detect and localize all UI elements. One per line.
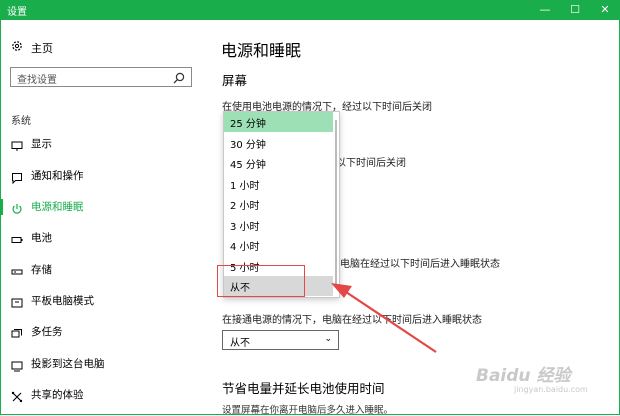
tablet-icon xyxy=(11,294,23,308)
save-power-heading: 节省电量并延长电池使用时间 xyxy=(222,381,385,396)
project-icon xyxy=(11,357,23,372)
sidebar-item-storage[interactable]: 存储 xyxy=(0,256,205,284)
sidebar-item-display[interactable]: 显示 xyxy=(0,130,205,158)
sidebar-item-label: 电池 xyxy=(31,232,52,244)
close-button[interactable]: ✕ xyxy=(590,1,620,19)
gear-icon xyxy=(11,40,25,55)
dropdown-option[interactable]: 4 小时 xyxy=(224,235,333,255)
search-input[interactable]: 查找设置 xyxy=(10,67,192,87)
sleep-plugged-desc: 在接通电源的情况下，电脑在经过以下时间后进入睡眠状态 xyxy=(222,315,482,326)
sidebar-item-label: 显示 xyxy=(31,138,52,150)
sidebar-item-shared-experiences[interactable]: 共享的体验 xyxy=(0,381,205,409)
select-value: 从不 xyxy=(230,338,250,349)
search-placeholder: 查找设置 xyxy=(17,75,57,86)
share-icon xyxy=(11,388,23,403)
battery-icon xyxy=(11,231,23,243)
sidebar-item-label: 平板电脑模式 xyxy=(31,295,94,307)
power-icon xyxy=(11,200,23,214)
sidebar-item-project[interactable]: 投影到这台电脑 xyxy=(0,350,205,378)
sidebar-item-label: 电源和睡眠 xyxy=(31,201,84,213)
title-bar: 设置 — ☐ ✕ xyxy=(0,0,620,20)
annotation-highlight-box xyxy=(217,265,305,297)
sleep-battery-desc: 电脑在经过以下时间后进入睡眠状态 xyxy=(340,259,500,270)
watermark-brand: Baidu 经验 xyxy=(476,366,571,386)
dropdown-option[interactable]: 3 小时 xyxy=(224,215,333,235)
sidebar-item-multitasking[interactable]: 多任务 xyxy=(0,318,205,346)
window-title: 设置 xyxy=(7,7,27,18)
maximize-button[interactable]: ☐ xyxy=(560,1,590,19)
sidebar-item-label: 通知和操作 xyxy=(31,170,84,182)
dropdown-option[interactable]: 25 分钟 xyxy=(224,112,333,132)
sidebar: 主页 查找设置 系统 显示 通知和操作 电源和睡眠 电池 存储 平板电脑模式 多… xyxy=(0,20,205,415)
storage-icon xyxy=(11,263,23,275)
dropdown-scrollbar[interactable] xyxy=(335,120,337,284)
notification-icon xyxy=(11,169,23,185)
dropdown-option[interactable]: 1 小时 xyxy=(224,174,333,194)
home-link[interactable]: 主页 xyxy=(11,40,53,56)
minimize-button[interactable]: — xyxy=(530,1,560,19)
sidebar-item-label: 多任务 xyxy=(31,326,63,338)
sidebar-item-label: 存储 xyxy=(31,264,52,276)
dropdown-option[interactable]: 2 小时 xyxy=(224,194,333,214)
dropdown-option[interactable]: 30 分钟 xyxy=(224,133,333,153)
section-label-system: 系统 xyxy=(11,116,31,127)
screen-plugged-desc: 以下时间后关闭 xyxy=(336,158,406,169)
sidebar-item-battery[interactable]: 电池 xyxy=(0,224,205,252)
sidebar-item-power-sleep[interactable]: 电源和睡眠 xyxy=(0,193,205,221)
save-power-desc: 设置屏幕在你离开电脑后多久进入睡眠。 xyxy=(222,405,394,416)
page-title: 电源和睡眠 xyxy=(221,41,302,60)
sidebar-item-label: 投影到这台电脑 xyxy=(31,358,105,370)
search-icon[interactable] xyxy=(172,70,186,84)
screen-heading: 屏幕 xyxy=(222,73,248,88)
monitor-icon xyxy=(11,137,23,151)
sidebar-item-label: 共享的体验 xyxy=(31,389,84,401)
sidebar-item-tablet-mode[interactable]: 平板电脑模式 xyxy=(0,287,205,315)
watermark-url: jingyan.baidu.com xyxy=(514,385,588,394)
home-label: 主页 xyxy=(31,42,53,55)
chevron-down-icon: ⌄ xyxy=(324,334,332,344)
multitask-icon xyxy=(11,325,23,338)
sleep-plugged-select[interactable]: 从不 ⌄ xyxy=(222,330,339,350)
sidebar-item-notifications[interactable]: 通知和操作 xyxy=(0,162,205,190)
dropdown-option[interactable]: 45 分钟 xyxy=(224,153,333,173)
